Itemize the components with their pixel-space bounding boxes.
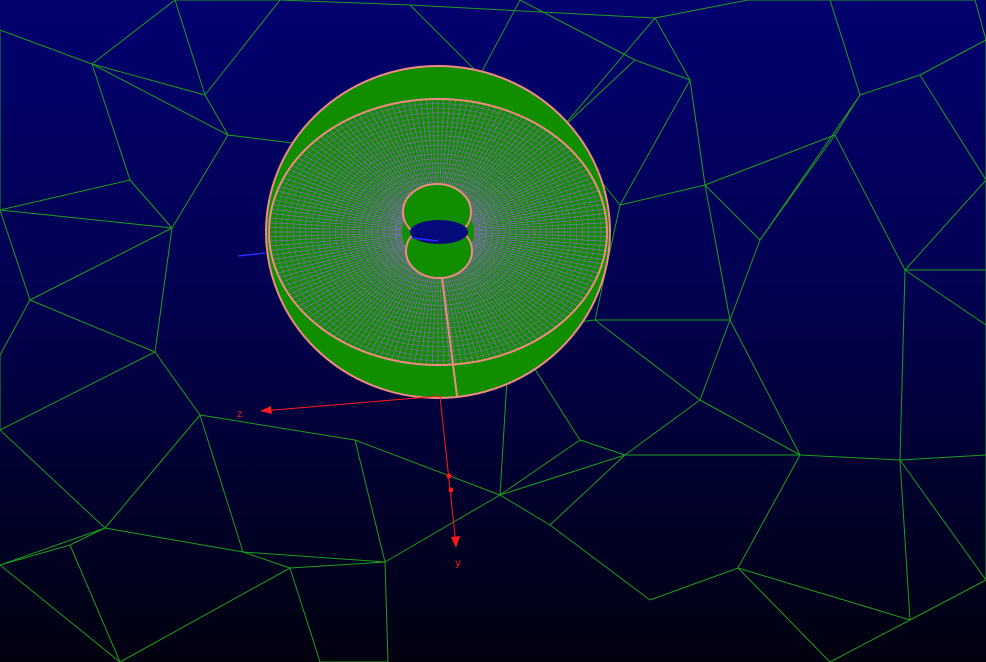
mesh-edge	[899, 459, 986, 581]
mesh-edge	[0, 179, 131, 211]
mesh-edge	[174, 0, 206, 96]
mesh-edge	[384, 494, 501, 563]
mesh-edge	[654, 0, 749, 19]
mesh-edge	[899, 454, 986, 461]
mesh-edge	[909, 579, 986, 621]
mesh-edge	[0, 351, 156, 431]
mesh-edge	[199, 414, 244, 553]
mesh-edge	[834, 94, 861, 136]
mesh-edge	[654, 17, 691, 81]
y-axis-label: y	[455, 558, 461, 569]
mesh-edge	[91, 0, 176, 65]
mesh-edge	[699, 319, 731, 401]
mesh-edge	[619, 79, 691, 206]
mesh-edge	[0, 527, 106, 566]
mesh-edge	[499, 454, 626, 496]
z-axis-label: z	[237, 409, 242, 420]
mesh-edge	[91, 63, 206, 96]
mesh-edge	[974, 0, 986, 41]
mesh-edge	[119, 567, 291, 662]
mesh-edge	[0, 564, 121, 662]
mesh-edge	[154, 227, 173, 353]
mesh-edge	[899, 269, 906, 461]
mesh-edge	[579, 439, 626, 456]
mesh-edge	[649, 567, 739, 601]
mesh-edge	[204, 0, 281, 96]
mesh-edge	[0, 299, 31, 356]
mesh-edge	[799, 454, 901, 461]
z-axis	[261, 395, 441, 412]
mesh-edge	[354, 439, 386, 563]
mesh-edge	[69, 527, 106, 546]
mesh-edge	[619, 184, 706, 206]
mesh-edge	[704, 184, 731, 321]
y-axis	[439, 395, 457, 546]
mesh-edge	[559, 59, 636, 131]
mesh-edge	[384, 561, 389, 662]
mesh-edge	[624, 399, 701, 456]
mesh-edge	[499, 494, 551, 526]
mesh-edge	[834, 134, 906, 271]
mesh-edge	[904, 179, 986, 271]
mesh-edge	[829, 619, 911, 662]
mesh-edge	[409, 4, 481, 76]
mesh-edge	[549, 454, 626, 526]
mesh-edge	[242, 551, 386, 563]
mesh-edge	[699, 399, 801, 456]
mesh-edge	[154, 351, 201, 416]
mesh-edge	[859, 74, 921, 96]
mesh-edge	[279, 0, 411, 6]
mesh-edge	[199, 414, 356, 441]
mesh-edge	[559, 17, 656, 131]
mesh-edge	[729, 319, 801, 456]
mesh-edge	[354, 439, 501, 496]
axis-tick-marker	[448, 487, 454, 493]
axis-tick-marker	[446, 473, 452, 479]
mesh-edge	[829, 0, 861, 96]
mesh-edge	[0, 209, 31, 301]
mesh-edge	[171, 134, 229, 229]
mesh-edge	[289, 567, 321, 662]
inner-hole-opening	[410, 220, 468, 244]
x-axis-stub	[237, 252, 266, 257]
mesh-edge	[0, 29, 93, 65]
mesh-edge	[689, 79, 706, 186]
scene-canvas[interactable]: z y	[0, 0, 986, 662]
mesh-edge	[69, 544, 121, 662]
mesh-edge	[904, 269, 986, 326]
mesh-edge	[594, 319, 701, 401]
mesh-edge	[0, 429, 106, 529]
mesh-edge	[0, 544, 71, 566]
mesh-edge	[129, 179, 173, 229]
3d-viewport[interactable]: z y	[0, 0, 986, 662]
mesh-edge	[899, 459, 911, 621]
y-axis-arrowhead	[451, 536, 460, 548]
mesh-edge	[919, 74, 986, 181]
mesh-edge	[104, 527, 244, 553]
mesh-edge	[759, 134, 836, 241]
z-axis-arrowhead	[260, 406, 272, 414]
mesh-edge	[29, 227, 173, 301]
mesh-edge	[104, 414, 201, 529]
mesh-edge	[549, 524, 651, 601]
mesh-edge	[729, 239, 761, 321]
mesh-edge	[737, 454, 801, 569]
mesh-edge	[0, 209, 173, 229]
mesh-edge	[634, 59, 691, 81]
torus-model[interactable]	[265, 65, 611, 399]
mesh-edge	[519, 0, 636, 61]
mesh-edge	[499, 439, 581, 496]
mesh-edge	[919, 39, 986, 76]
mesh-edge	[479, 0, 521, 76]
mesh-edge	[29, 299, 156, 353]
mesh-edge	[289, 561, 386, 569]
